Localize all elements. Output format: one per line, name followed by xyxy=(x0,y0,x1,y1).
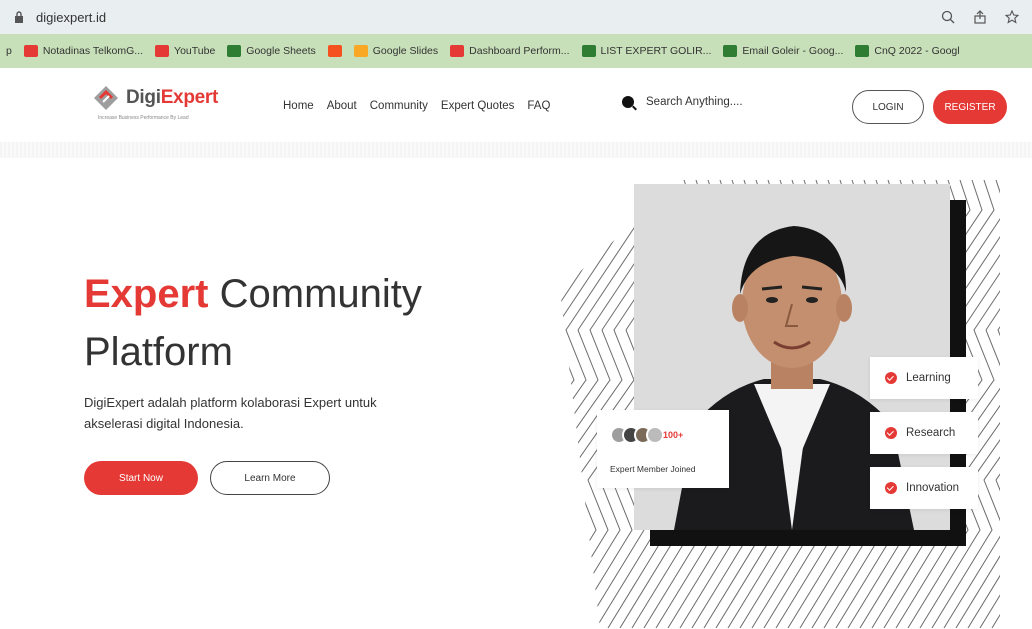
check-icon xyxy=(885,482,897,494)
tag-innovation: Innovation xyxy=(870,467,978,509)
nav-expert-quotes[interactable]: Expert Quotes xyxy=(441,100,515,112)
nav-faq[interactable]: FAQ xyxy=(527,100,550,112)
avatar xyxy=(646,426,664,444)
bookmark-item[interactable]: Notadinas TelkomG... xyxy=(23,45,143,57)
youtube-icon xyxy=(155,45,170,57)
decorative-line xyxy=(560,180,563,628)
address-bar: digiexpert.id xyxy=(0,0,1032,34)
url-text[interactable]: digiexpert.id xyxy=(36,10,106,25)
bookmark-item[interactable]: Google Slides xyxy=(353,45,438,57)
decorative-line xyxy=(560,180,635,628)
bookmark-item[interactable]: Google Sheets xyxy=(227,45,316,57)
drive-icon xyxy=(855,45,870,57)
lock-icon xyxy=(12,10,26,24)
site-header: DigiExpert Increase Business Performance… xyxy=(0,68,1032,146)
sheets-icon xyxy=(581,45,596,57)
tag-learning: Learning xyxy=(870,357,978,399)
share-icon[interactable] xyxy=(972,9,988,25)
start-now-button[interactable]: Start Now xyxy=(84,461,198,495)
member-count-label: Expert Member Joined xyxy=(610,464,696,474)
bookmark-favicon-icon xyxy=(23,45,38,57)
member-count: 100+ xyxy=(663,430,684,440)
avatar-group xyxy=(610,426,664,444)
nav-community[interactable]: Community xyxy=(370,100,428,112)
bookmark-item[interactable]: Dashboard Perform... xyxy=(450,45,570,57)
decorative-line xyxy=(560,180,611,628)
star-icon[interactable] xyxy=(1004,9,1020,25)
bookmark-favicon-icon xyxy=(450,45,465,57)
search-placeholder: Search Anything.... xyxy=(646,96,743,108)
login-button[interactable]: LOGIN xyxy=(852,90,924,124)
nav-about[interactable]: About xyxy=(327,100,357,112)
bookmark-item[interactable]: LIST EXPERT GOLIR... xyxy=(581,45,711,57)
logo-tagline: Increase Business Performance By Lead xyxy=(98,115,189,121)
decorative-line xyxy=(560,180,575,628)
tag-research: Research xyxy=(870,412,978,454)
slides-icon xyxy=(353,45,368,57)
zoom-icon[interactable] xyxy=(940,9,956,25)
bookmark-item[interactable]: Email Goleir - Goog... xyxy=(723,45,843,57)
bookmarks-bar: p Notadinas TelkomG... YouTube Google Sh… xyxy=(0,34,1032,68)
sheets-icon xyxy=(723,45,738,57)
register-button[interactable]: REGISTER xyxy=(933,90,1007,124)
main-nav: Home About Community Expert Quotes FAQ xyxy=(283,100,550,112)
search-box[interactable]: Search Anything.... xyxy=(622,96,743,108)
bookmark-apps-icon[interactable]: p xyxy=(6,45,12,57)
search-icon xyxy=(622,96,634,108)
learn-more-button[interactable]: Learn More xyxy=(210,461,330,495)
hero-title: Expert Community Platform xyxy=(84,272,422,374)
bookmark-item[interactable] xyxy=(327,45,342,57)
bookmark-item[interactable]: CnQ 2022 - Googl xyxy=(855,45,960,57)
check-icon xyxy=(885,427,897,439)
logo-text: DigiExpert xyxy=(126,87,219,108)
logo-mark-icon xyxy=(94,86,118,110)
bookmark-item[interactable]: YouTube xyxy=(155,45,215,57)
bookmark-favicon-icon xyxy=(327,45,342,57)
nav-home[interactable]: Home xyxy=(283,100,314,112)
hero-description: DigiExpert adalah platform kolaborasi Ex… xyxy=(84,395,377,431)
decorative-line xyxy=(560,180,599,628)
sheets-icon xyxy=(227,45,242,57)
check-icon xyxy=(885,372,897,384)
logo[interactable]: DigiExpert xyxy=(92,84,218,112)
member-count-card: 100+ Expert Member Joined xyxy=(597,410,729,488)
decorative-line xyxy=(560,180,587,628)
